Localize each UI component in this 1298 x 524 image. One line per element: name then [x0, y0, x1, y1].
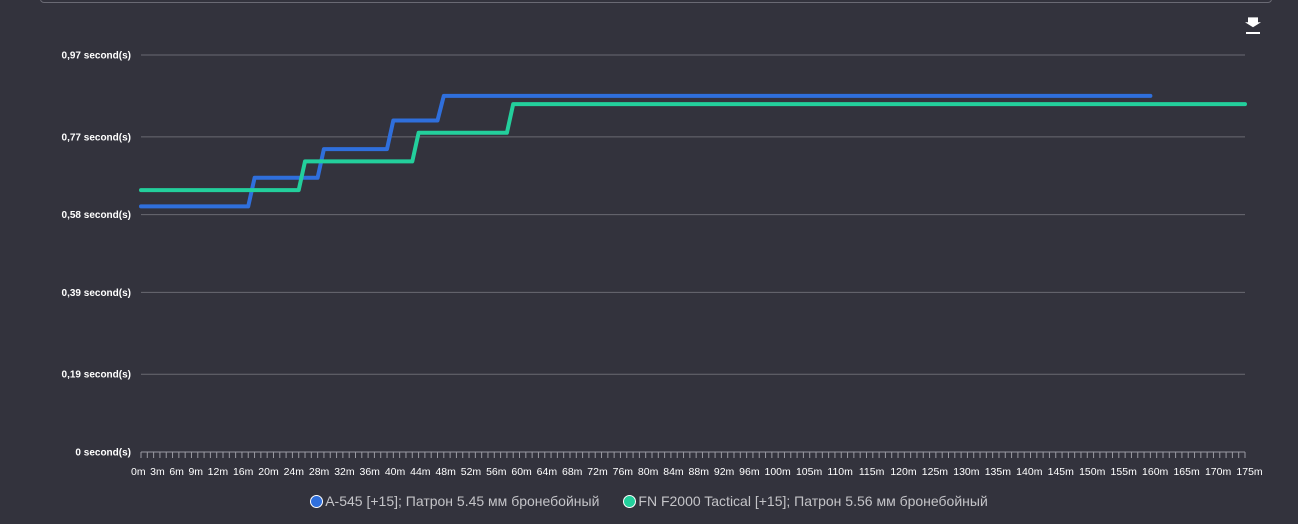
y-tick-label: 0,97 second(s)	[62, 51, 131, 62]
x-tick-label: 20m	[258, 466, 279, 478]
x-tick-label: 16m	[233, 466, 254, 478]
step-line-chart: 0 second(s) 0,19 second(s) 0,39 second(s) 0…	[62, 51, 1263, 479]
y-tick-label: 0 second(s)	[75, 448, 131, 459]
y-tick-label: 0,39 second(s)	[62, 288, 131, 299]
x-tick-label: 115m	[859, 466, 885, 478]
x-tick-label: 68m	[562, 466, 583, 478]
x-tick-label: 6m	[169, 466, 184, 478]
x-tick-label: 170m	[1205, 466, 1232, 478]
x-tick-label: 64m	[537, 466, 558, 478]
x-tick-label: 120m	[890, 466, 917, 478]
x-tick-label: 84m	[663, 466, 684, 478]
x-tick-label: 135m	[985, 466, 1012, 478]
x-tick-label: 3m	[150, 466, 165, 478]
legend: A-545 [+15]; Патрон 5.45 мм бронебойный …	[0, 491, 1298, 511]
y-tick-label: 0,77 second(s)	[62, 132, 131, 143]
x-tick-label: 48m	[435, 466, 456, 478]
x-tick-label: 125m	[922, 466, 949, 478]
legend-label-series-2: FN F2000 Tactical [+15]; Патрон 5.56 мм …	[638, 493, 988, 509]
x-tick-label: 72m	[587, 466, 608, 478]
legend-dot-series-2	[623, 494, 637, 508]
x-tick-label: 140m	[1016, 466, 1043, 478]
x-tick-label: 40m	[385, 466, 406, 478]
legend-item-series-2[interactable]: FN F2000 Tactical [+15]; Патрон 5.56 мм …	[623, 493, 988, 509]
y-tick-label: 0,58 second(s)	[62, 210, 131, 221]
x-tick-label: 130m	[953, 466, 980, 478]
x-tick-label: 105m	[796, 466, 823, 478]
legend-label-series-1: A-545 [+15]; Патрон 5.45 мм бронебойный	[325, 493, 600, 509]
x-tick-label: 9m	[188, 466, 203, 478]
x-tick-label: 96m	[739, 466, 760, 478]
x-tick-label: 92m	[714, 466, 735, 478]
x-tick-label: 52m	[461, 466, 482, 478]
x-tick-label: 32m	[334, 466, 355, 478]
x-tick-label: 160m	[1142, 466, 1169, 478]
y-tick-label: 0,19 second(s)	[62, 370, 131, 381]
x-tick-label: 28m	[309, 466, 330, 478]
x-tick-label: 150m	[1079, 466, 1106, 478]
x-tick-label: 165m	[1173, 466, 1200, 478]
x-tick-label: 36m	[360, 466, 381, 478]
legend-item-series-1[interactable]: A-545 [+15]; Патрон 5.45 мм бронебойный	[310, 493, 599, 509]
x-tick-label: 80m	[638, 466, 659, 478]
x-tick-label: 56m	[486, 466, 507, 478]
x-tick-label: 100m	[764, 466, 791, 478]
x-tick-label: 88m	[689, 466, 710, 478]
x-tick-label: 76m	[613, 466, 634, 478]
legend-dot-series-1	[310, 494, 324, 508]
x-tick-label: 145m	[1048, 466, 1075, 478]
x-tick-label: 60m	[511, 466, 532, 478]
x-tick-label: 0m	[131, 466, 146, 478]
x-tick-label: 44m	[410, 466, 431, 478]
x-tick-label: 175m	[1236, 466, 1263, 478]
x-tick-label: 24m	[284, 466, 305, 478]
x-tick-label: 155m	[1111, 466, 1138, 478]
x-tick-label: 12m	[208, 466, 229, 478]
x-tick-label: 110m	[827, 466, 853, 478]
